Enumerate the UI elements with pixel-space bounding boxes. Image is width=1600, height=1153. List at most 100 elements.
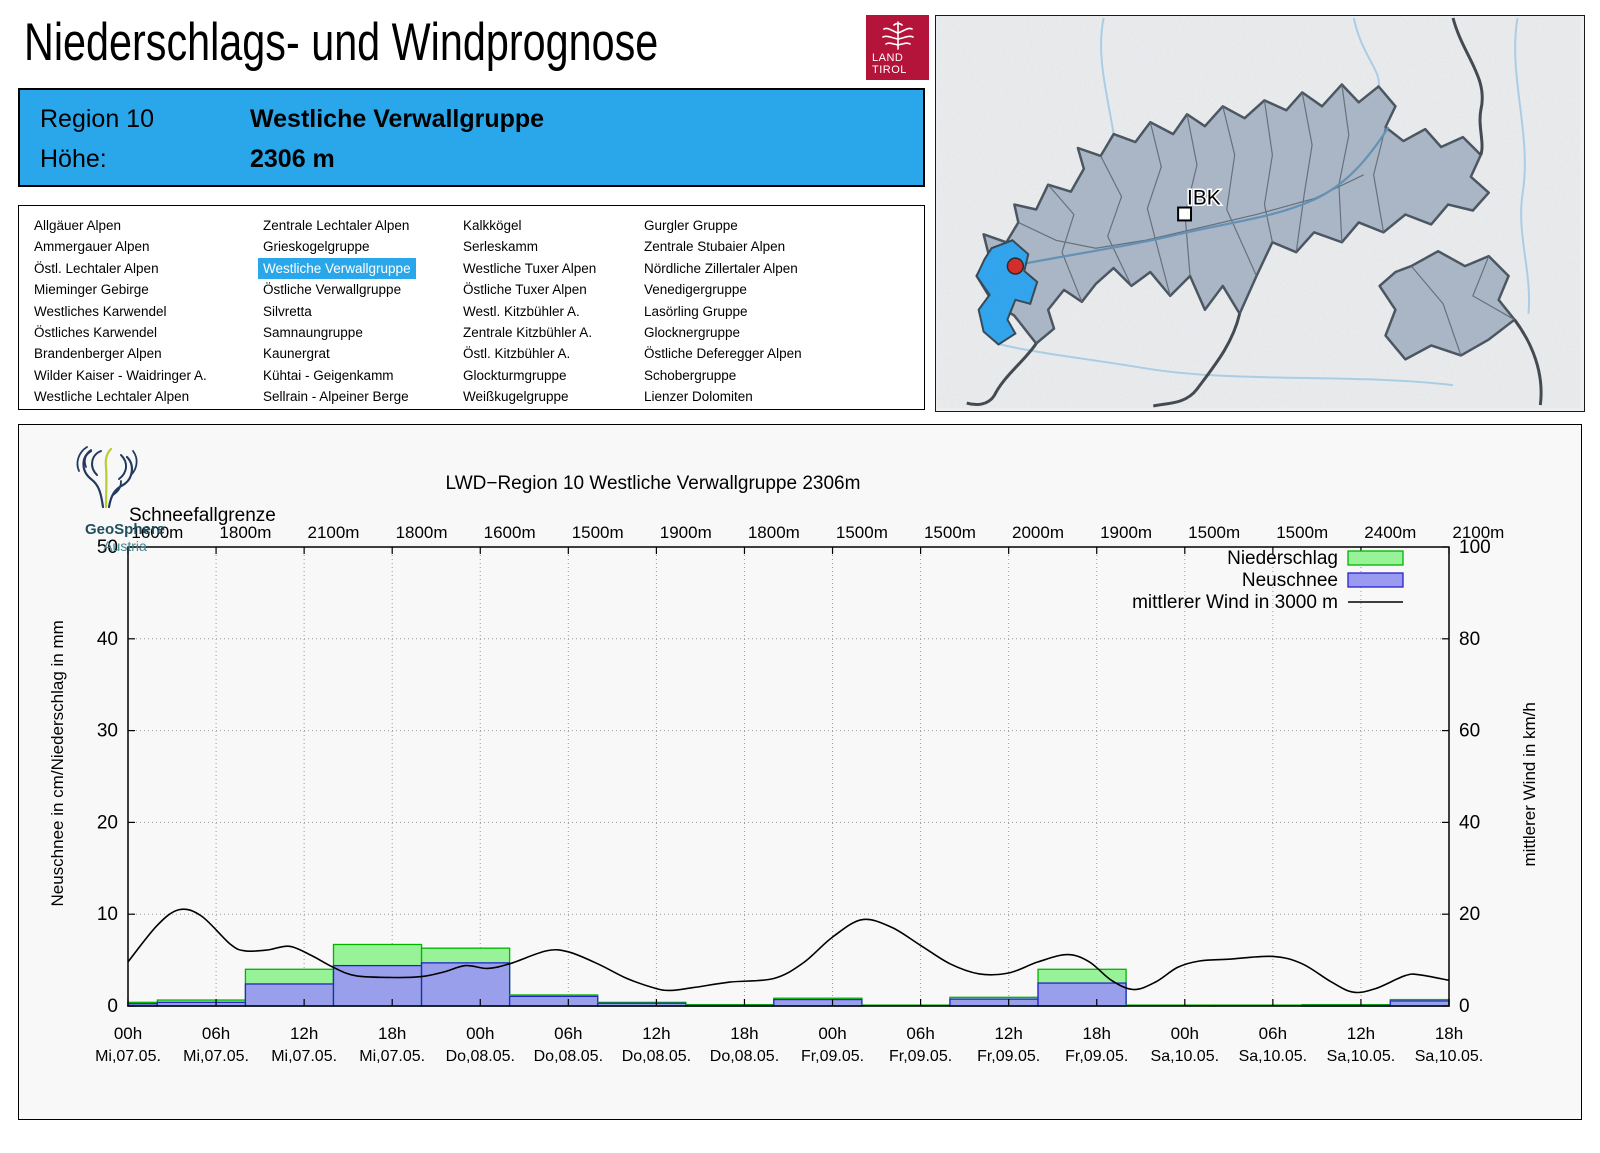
xtick-time-label: 18h <box>730 1024 758 1043</box>
xtick-day-label: Do,08.05. <box>446 1048 515 1065</box>
region-list-item[interactable]: Westliche Tuxer Alpen <box>463 261 596 276</box>
region-list-item[interactable]: Schobergruppe <box>644 368 736 383</box>
land-tirol-logo: LAND TIROL <box>866 15 929 80</box>
region-list-item[interactable]: Westl. Kitzbühler A. <box>463 304 580 319</box>
xtick-day-label: Do,08.05. <box>710 1048 779 1065</box>
bar-neuschnee <box>244 983 335 1007</box>
ytick-label-right: 80 <box>1459 629 1480 650</box>
region-list-item[interactable]: Kalkkögel <box>463 218 522 233</box>
region-list-item[interactable]: Glocknergruppe <box>644 325 740 340</box>
ytick-label-left: 30 <box>97 721 118 742</box>
xtick-day-label: Fr,09.05. <box>977 1048 1040 1065</box>
region-list-item[interactable]: Brandenberger Alpen <box>34 346 162 361</box>
region-list-item[interactable]: Lienzer Dolomiten <box>644 389 753 404</box>
region-list-column: Gurgler Gruppe Zentrale Stubaier Alpen Nör… <box>644 215 802 408</box>
region-list-item[interactable]: Sellrain - Alpeiner Berge <box>263 389 409 404</box>
xtick-time-label: 00h <box>818 1024 846 1043</box>
snowline-value: 1900m <box>660 523 712 542</box>
xtick-time-label: 00h <box>114 1024 142 1043</box>
region-list-item[interactable]: Östliches Karwendel <box>34 325 157 340</box>
xtick-day-label: Do,08.05. <box>622 1048 691 1065</box>
region-list-item[interactable]: Östl. Kitzbühler A. <box>463 346 570 361</box>
region-list-item[interactable]: Östliche Tuxer Alpen <box>463 282 587 297</box>
xtick-day-label: Sa,10.05. <box>1327 1048 1396 1065</box>
plot-border <box>127 546 1450 1007</box>
region-list-item[interactable]: Kühtai - Geigenkamm <box>263 368 394 383</box>
tirol-map[interactable]: IBK <box>935 15 1585 412</box>
geosphere-logo: GeoSphere Austria <box>55 445 195 554</box>
ytick-label-right: 60 <box>1459 721 1480 742</box>
region-list-item[interactable]: Weißkugelgruppe <box>463 389 569 404</box>
region-list-item[interactable]: Zentrale Kitzbühler A. <box>463 325 592 340</box>
region-list-item[interactable]: Östliche Deferegger Alpen <box>644 346 802 361</box>
geosphere-country: Austria <box>103 538 147 554</box>
xtick-time-label: 00h <box>1171 1024 1199 1043</box>
region-list-item[interactable]: Ammergauer Alpen <box>34 239 150 254</box>
region-list-item[interactable]: Östliche Verwallgruppe <box>263 282 401 297</box>
region-list-item[interactable]: Westliche Lechtaler Alpen <box>34 389 189 404</box>
region-list-item-selected[interactable]: Westliche Verwallgruppe <box>258 257 416 280</box>
ytick-label-left: 20 <box>97 812 118 833</box>
region-list-item[interactable]: Wilder Kaiser - Waidringer A. <box>34 368 207 383</box>
forecast-page: Niederschlags- und Windprognose LAND TIR… <box>0 0 1600 1153</box>
xtick-day-label: Mi,07.05. <box>271 1048 337 1065</box>
legend-label: mittlerer Wind in 3000 m <box>1132 592 1338 613</box>
xtick-time-label: 12h <box>994 1024 1022 1043</box>
terrain-texture <box>936 16 1581 408</box>
xtick-time-label: 12h <box>290 1024 318 1043</box>
region-list-column: Kalkkögel Serleskamm Westliche Tuxer Alpen… <box>463 215 596 408</box>
ytick-label-left: 40 <box>97 629 118 650</box>
region-list-item[interactable]: Westliches Karwendel <box>34 304 167 319</box>
snowline-value: 1600m <box>484 523 536 542</box>
snowline-value: 1800m <box>748 523 800 542</box>
ytick-label-right: 20 <box>1459 904 1480 925</box>
y-axis-title-left: Neuschnee in cm/Niederschlag in mm <box>48 620 67 906</box>
snowline-value: 1500m <box>572 523 624 542</box>
ytick-label-right: 0 <box>1459 996 1470 1017</box>
snowline-value: 2000m <box>1012 523 1064 542</box>
ytick-label-right: 40 <box>1459 812 1480 833</box>
tirol-map-svg: IBK <box>936 16 1581 408</box>
snowline-value: 1500m <box>924 523 976 542</box>
region-list-item[interactable]: Lasörling Gruppe <box>644 304 748 319</box>
region-list-item[interactable]: Silvretta <box>263 304 312 319</box>
region-list-item[interactable]: Gurgler Gruppe <box>644 218 738 233</box>
xtick-time-label: 00h <box>466 1024 494 1043</box>
region-list-item[interactable]: Zentrale Lechtaler Alpen <box>263 218 409 233</box>
region-list-item[interactable]: Grieskogelgruppe <box>263 239 370 254</box>
xtick-time-label: 18h <box>1435 1024 1463 1043</box>
bar-neuschnee <box>332 964 423 1007</box>
ytick-label-right: 100 <box>1459 537 1491 558</box>
chart-title: LWD−Region 10 Westliche Verwallgruppe 23… <box>446 473 861 494</box>
region-list-column: Zentrale Lechtaler Alpen Grieskogelgruppe… <box>258 215 416 408</box>
region-list-item[interactable]: Glockturmgruppe <box>463 368 567 383</box>
xtick-day-label: Do,08.05. <box>534 1048 603 1065</box>
region-list-item[interactable]: Kaunergrat <box>263 346 330 361</box>
region-number-label: Region 10 <box>40 105 154 133</box>
y-axis-title-right: mittlerer Wind in km/h <box>1520 702 1539 866</box>
region-list-item[interactable]: Venedigergruppe <box>644 282 747 297</box>
tirol-eagle-icon <box>882 21 914 50</box>
legend-swatch <box>1347 550 1404 566</box>
forecast-chart: LWD−Region 10 Westliche Verwallgruppe 23… <box>48 473 1539 1065</box>
region-list-item[interactable]: Nördliche Zillertaler Alpen <box>644 261 798 276</box>
region-list-item[interactable]: Mieminger Gebirge <box>34 282 149 297</box>
snowline-value: 2400m <box>1364 523 1416 542</box>
region-list-item[interactable]: Östl. Lechtaler Alpen <box>34 261 159 276</box>
xtick-day-label: Mi,07.05. <box>359 1048 425 1065</box>
legend-swatch <box>1347 572 1404 588</box>
xtick-day-label: Mi,07.05. <box>183 1048 249 1065</box>
geosphere-icon <box>76 446 138 509</box>
xtick-day-label: Fr,09.05. <box>889 1048 952 1065</box>
region-list-item[interactable]: Allgäuer Alpen <box>34 218 121 233</box>
region-list-item[interactable]: Serleskamm <box>463 239 538 254</box>
xtick-time-label: 12h <box>1347 1024 1375 1043</box>
region-list-item[interactable]: Zentrale Stubaier Alpen <box>644 239 785 254</box>
snowline-value: 1500m <box>836 523 888 542</box>
bar-neuschnee <box>508 995 599 1007</box>
bar-neuschnee <box>949 998 1039 1007</box>
region-list-item[interactable]: Samnaungruppe <box>263 325 363 340</box>
page-title: Niederschlags- und Windprognose <box>24 13 659 72</box>
bar-neuschnee <box>420 962 511 1007</box>
xtick-time-label: 12h <box>642 1024 670 1043</box>
